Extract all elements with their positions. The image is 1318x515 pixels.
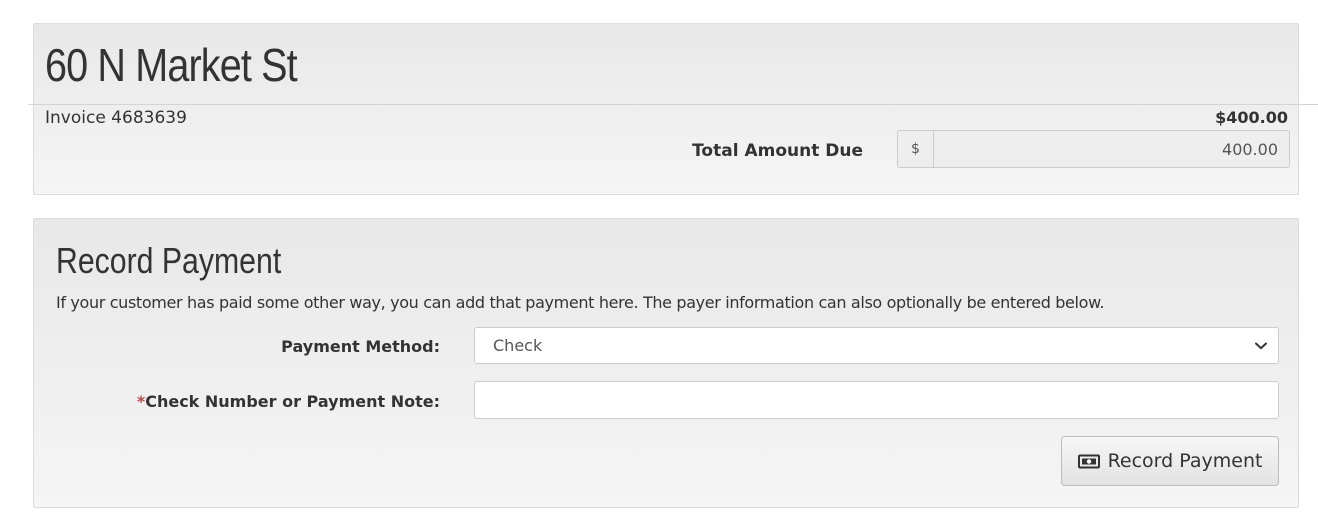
total-amount-due-label: Total Amount Due [692, 141, 863, 161]
record-payment-title: Record Payment [56, 240, 282, 281]
record-payment-button-label: Record Payment [1107, 450, 1263, 472]
title-divider [28, 104, 1318, 105]
record-payment-description: If your customer has paid some other way… [56, 293, 1105, 312]
record-payment-panel: Record Payment If your customer has paid… [33, 218, 1299, 508]
payment-method-label: Payment Method: [281, 337, 440, 356]
invoice-summary-panel: 60 N Market St Invoice 4683639 $400.00 T… [28, 23, 1318, 195]
total-amount-due-field: $ [897, 130, 1290, 168]
currency-addon: $ [897, 130, 934, 168]
property-address-title: 60 N Market St [45, 39, 298, 91]
record-payment-button[interactable]: Record Payment [1061, 436, 1279, 486]
money-icon [1077, 454, 1100, 469]
total-amount-due-input [934, 130, 1290, 168]
payment-note-label: *Check Number or Payment Note: [137, 391, 440, 413]
invoice-number: Invoice 4683639 [45, 108, 187, 128]
payment-method-select[interactable]: Check [474, 327, 1279, 364]
payment-note-input[interactable] [474, 381, 1279, 419]
chevron-down-icon [1254, 339, 1268, 353]
invoice-total: $400.00 [1215, 108, 1288, 127]
payment-note-label-text: Check Number or Payment Note: [145, 392, 440, 411]
payment-method-value: Check [493, 336, 543, 355]
required-marker: * [136, 392, 146, 411]
